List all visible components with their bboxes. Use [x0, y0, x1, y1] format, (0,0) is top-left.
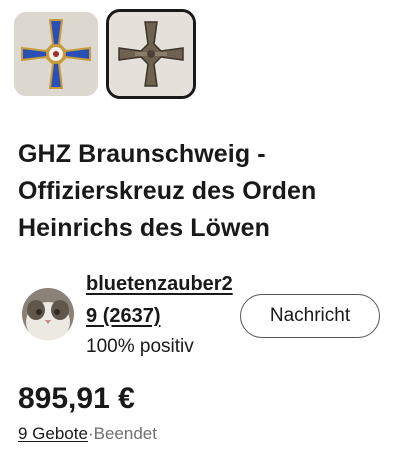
thumbnail-back[interactable]	[106, 9, 196, 99]
auction-status: Beendet	[93, 424, 157, 443]
contact-seller-button[interactable]: Nachricht	[240, 294, 380, 338]
seller-name-link[interactable]: bluetenzauber29 (2637)	[86, 268, 236, 332]
bids-status-line: 9 Gebote·Beendet	[18, 424, 157, 444]
bids-link[interactable]: 9 Gebote	[18, 424, 88, 443]
feedback-count: (2637)	[102, 305, 161, 327]
price: 895,91 €	[18, 382, 135, 415]
image-gallery	[14, 9, 196, 99]
cat-avatar-icon[interactable]	[22, 288, 74, 340]
thumbnail-front[interactable]	[14, 12, 98, 96]
seller-rating: 100% positiv	[86, 336, 194, 357]
listing-title: GHZ Braunschweig - Offizierskreuz des Or…	[18, 140, 317, 242]
cross-order-reverse-photo	[109, 12, 193, 96]
blue-cross-order-photo	[14, 12, 98, 96]
seller-card: bluetenzauber29 (2637) 100% positiv Nach…	[22, 268, 382, 368]
